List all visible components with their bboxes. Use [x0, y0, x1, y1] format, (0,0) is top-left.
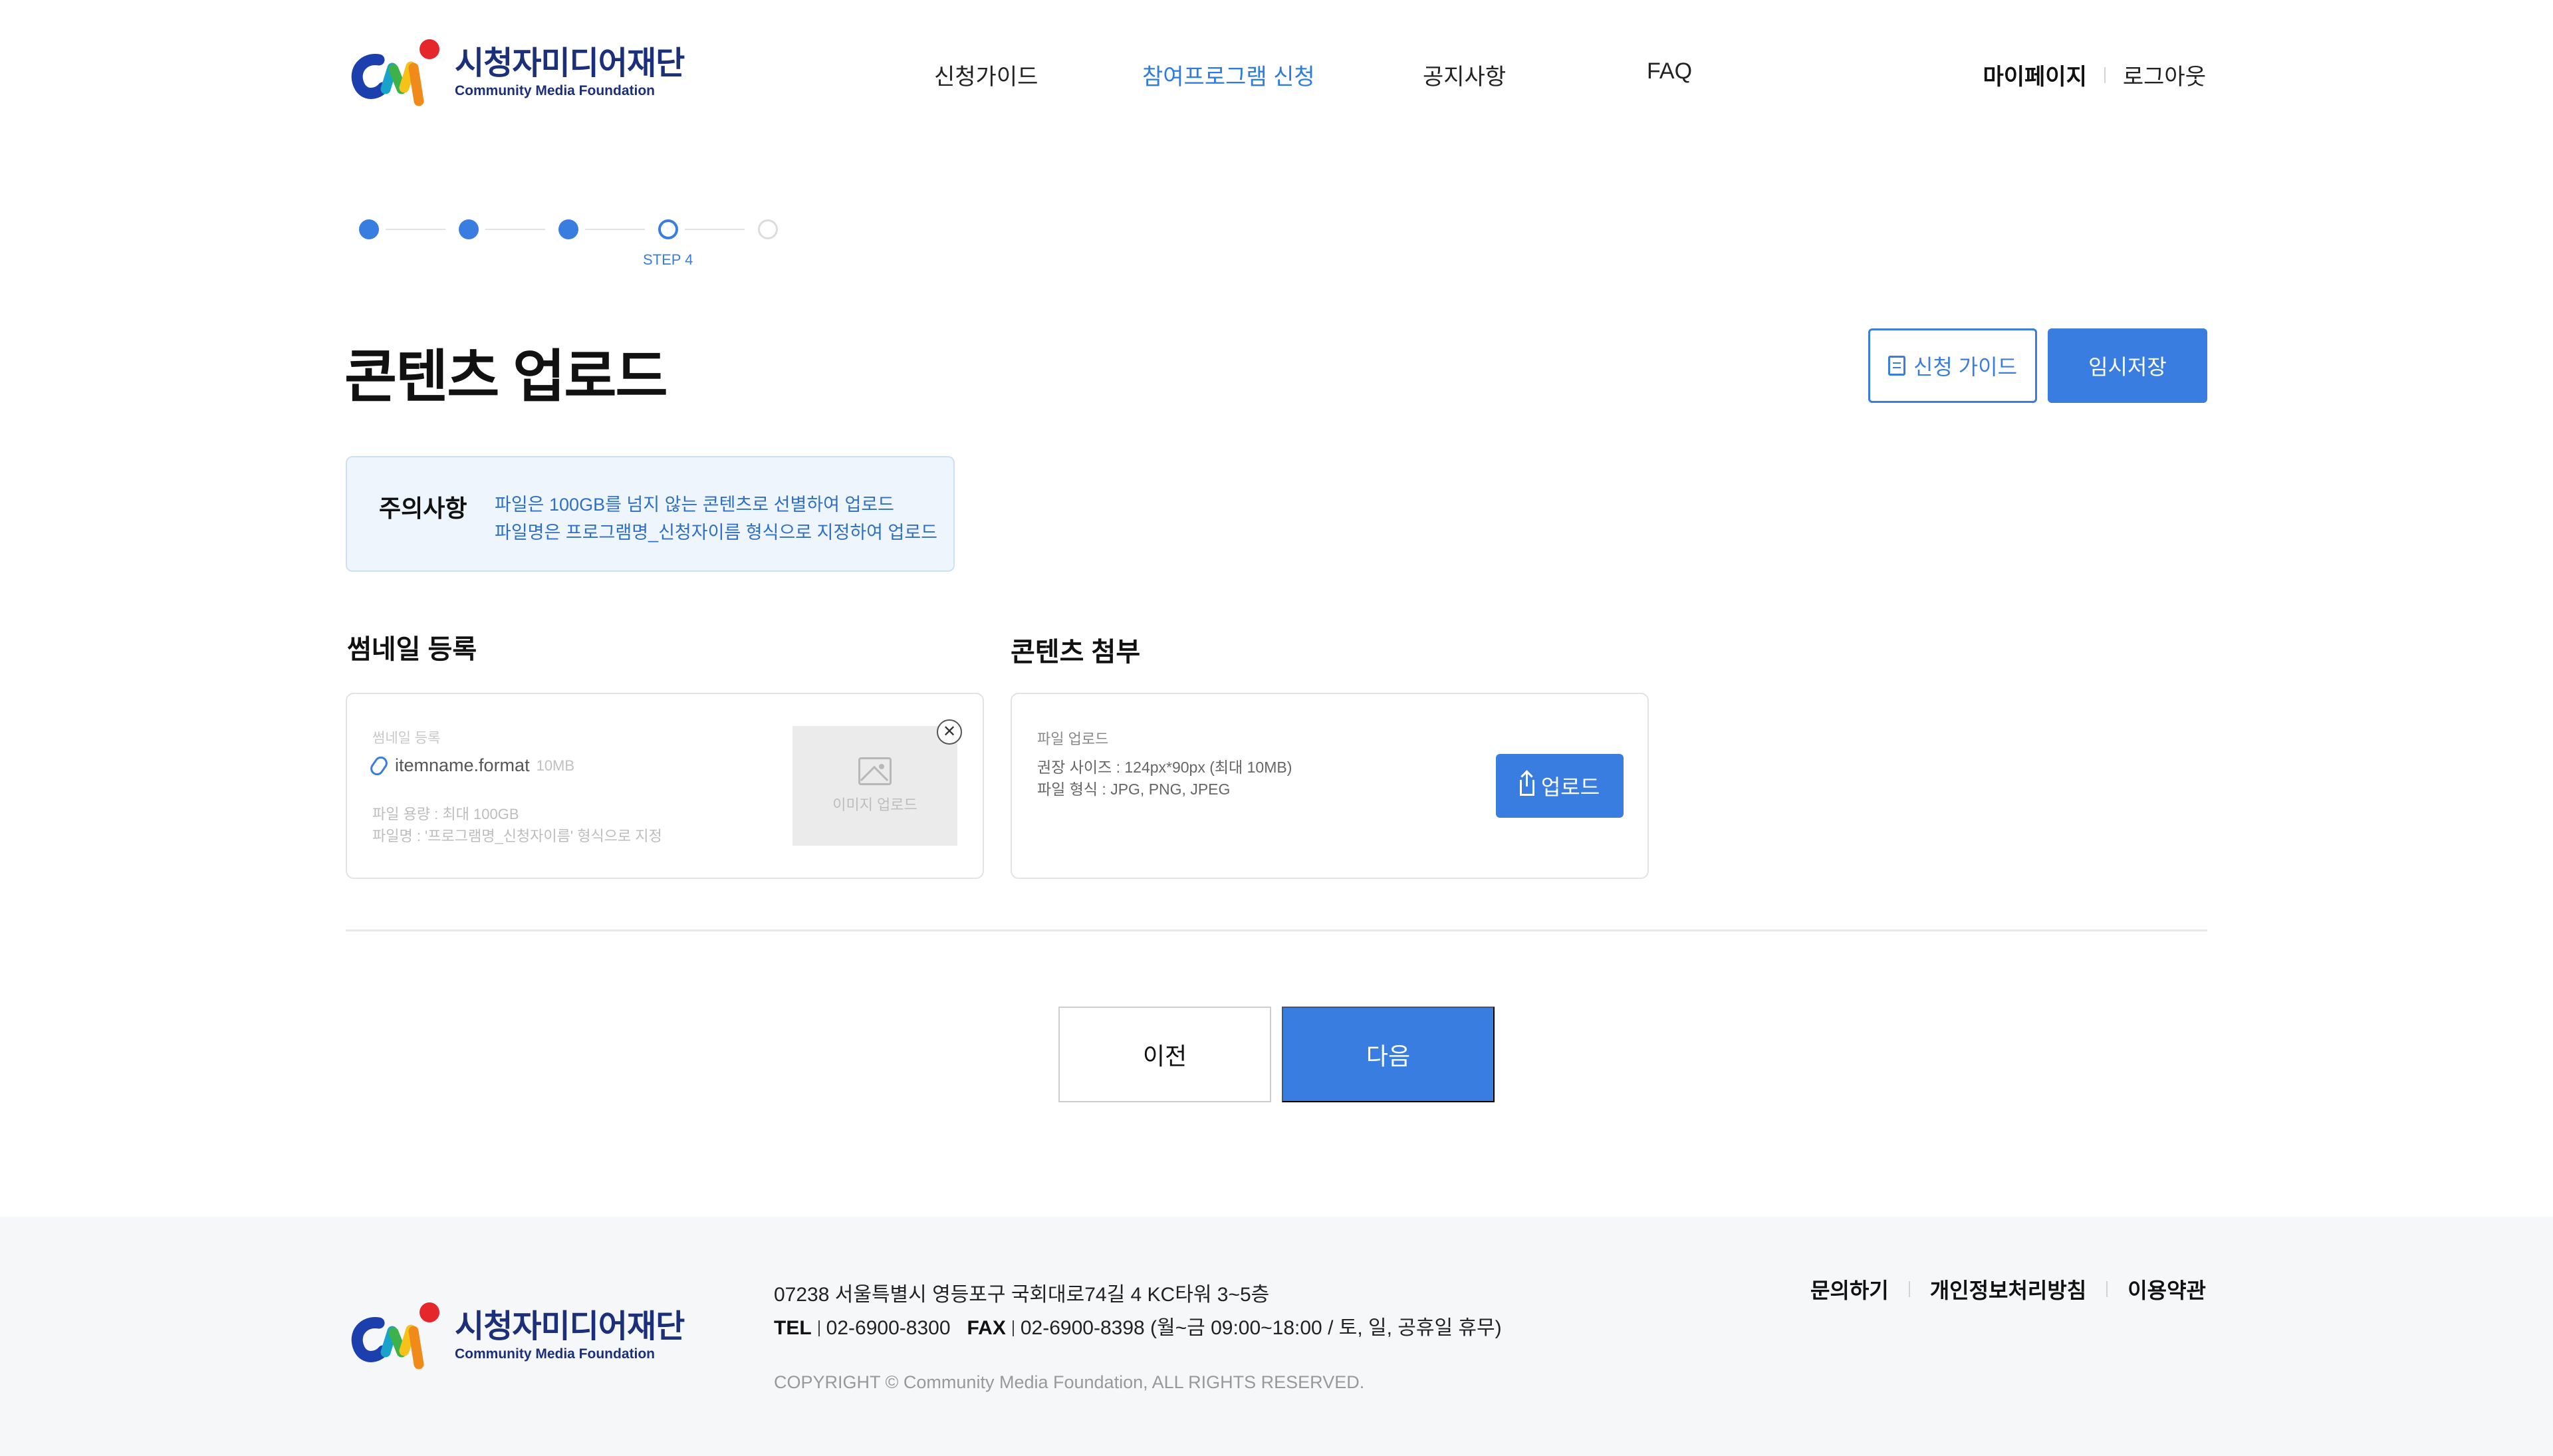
fax-label: FAX — [967, 1317, 1006, 1339]
thumbnail-info-line: 파일 용량 : 최대 100GB — [372, 806, 519, 822]
step-5-dot — [758, 219, 778, 239]
notice-line: 파일명은 프로그램명_신청자이름 형식으로 지정하여 업로드 — [495, 523, 938, 543]
footer-copyright: COPYRIGHT © Community Media Foundation, … — [774, 1372, 1365, 1392]
logout-link[interactable]: 로그아웃 — [2123, 59, 2206, 91]
notice-lines: 파일은 100GB를 넘지 않는 콘텐츠로 선별하여 업로드 파일명은 프로그램… — [495, 491, 937, 546]
footer-logo[interactable]: 시청자미디어재단 Community Media Foundation — [344, 1296, 685, 1376]
image-upload-box[interactable]: 이미지 업로드 — [792, 726, 957, 846]
attach-info-line: 파일 형식 : JPG, PNG, JPEG — [1037, 781, 1231, 798]
image-icon — [858, 757, 892, 785]
nav-item-program-apply[interactable]: 참여프로그램 신청 — [1142, 59, 1315, 91]
footer-link-terms[interactable]: 이용약관 — [2128, 1274, 2206, 1304]
step-connector — [585, 229, 645, 230]
upload-button[interactable]: 업로드 — [1496, 754, 1624, 818]
content-attach-section-title: 콘텐츠 첨부 — [1011, 638, 1141, 667]
file-upload-label: 파일 업로드 — [1037, 731, 1109, 747]
progress-stepper: STEP 4 — [359, 219, 785, 273]
next-button[interactable]: 다음 — [1282, 1007, 1495, 1102]
notice-box: 주의사항 파일은 100GB를 넘지 않는 콘텐츠로 선별하여 업로드 파일명은… — [346, 456, 955, 572]
section-divider — [346, 929, 2207, 931]
step-4-dot — [658, 219, 678, 239]
footer-contact: TEL 02-6900-8300 FAX 02-6900-8398 (월~금 09:… — [774, 1311, 1502, 1340]
thumbnail-field-label: 썸네일 등록 — [372, 731, 441, 746]
user-menu-divider — [2104, 66, 2106, 83]
page-title: 콘텐츠 업로드 — [344, 345, 668, 409]
site-footer: 시청자미디어재단 Community Media Foundation 0723… — [0, 1217, 2553, 1456]
footer-address: 07238 서울특별시 영등포구 국회대로74길 4 KC타워 3~5층 — [774, 1284, 1270, 1306]
previous-button[interactable]: 이전 — [1058, 1007, 1271, 1102]
footer-brand-name-en: Community Media Foundation — [455, 1346, 655, 1362]
thumbnail-filesize: 10MB — [536, 757, 575, 774]
step-connector — [685, 229, 745, 230]
remove-thumbnail-button[interactable]: ✕ — [937, 719, 962, 745]
footer-brand-name-ko: 시청자미디어재단 — [455, 1308, 685, 1344]
attach-info-line: 권장 사이즈 : 124px*90px (최대 10MB) — [1037, 759, 1292, 776]
thumbnail-filename: itemname.format — [395, 755, 530, 775]
thumbnail-section-title: 썸네일 등록 — [347, 635, 477, 664]
fax-number: 02-6900-8398 (월~금 09:00~18:00 / 토, 일, 공휴… — [1020, 1317, 1502, 1339]
upload-icon — [1519, 772, 1534, 796]
brand-logo-mark-icon — [351, 1302, 439, 1370]
step-3-dot — [558, 219, 578, 239]
image-upload-label: 이미지 업로드 — [832, 796, 917, 813]
notice-title: 주의사항 — [379, 495, 467, 522]
footer-link-inquiry[interactable]: 문의하기 — [1810, 1274, 1889, 1304]
application-guide-button[interactable]: 신청 가이드 — [1868, 328, 2037, 403]
current-step-label: STEP 4 — [643, 251, 693, 268]
notice-line: 파일은 100GB를 넘지 않는 콘텐츠로 선별하여 업로드 — [495, 495, 895, 515]
footer-link-privacy[interactable]: 개인정보처리방침 — [1930, 1274, 2087, 1304]
application-guide-label: 신청 가이드 — [1913, 355, 2018, 379]
step-connector — [485, 229, 545, 230]
step-2-dot — [459, 219, 479, 239]
thumbnail-card: 썸네일 등록 itemname.format 10MB 파일 용량 : 최대 1… — [346, 693, 984, 879]
step-1-dot — [359, 219, 379, 239]
attach-info: 권장 사이즈 : 124px*90px (최대 10MB) 파일 형식 : JP… — [1037, 757, 1292, 800]
paperclip-icon — [368, 753, 390, 778]
step-connector — [386, 229, 445, 230]
mypage-link[interactable]: 마이페이지 — [1983, 59, 2086, 91]
tel-label: TEL — [774, 1317, 812, 1339]
footer-link-divider — [2106, 1281, 2108, 1297]
content-attach-card: 파일 업로드 권장 사이즈 : 124px*90px (최대 10MB) 파일 … — [1011, 693, 1649, 879]
nav-item-faq[interactable]: FAQ — [1647, 59, 1692, 84]
temporary-save-button[interactable]: 임시저장 — [2048, 328, 2207, 403]
nav-item-notice[interactable]: 공지사항 — [1423, 59, 1506, 91]
close-icon: ✕ — [942, 723, 957, 741]
user-menu: 마이페이지 로그아웃 — [1983, 59, 2206, 91]
footer-link-divider — [1908, 1281, 1910, 1297]
thumbnail-info: 파일 용량 : 최대 100GB 파일명 : '프로그램명_신청자이름' 형식으… — [372, 803, 662, 847]
document-icon — [1887, 356, 1905, 376]
nav-item-guide[interactable]: 신청가이드 — [934, 59, 1038, 91]
thumbnail-file: itemname.format 10MB — [368, 753, 575, 778]
thumbnail-info-line: 파일명 : '프로그램명_신청자이름' 형식으로 지정 — [372, 828, 662, 844]
site-header: 시청자미디어재단 Community Media Foundation 신청가이… — [0, 0, 2553, 146]
footer-links: 문의하기 개인정보처리방침 이용약관 — [1810, 1274, 2206, 1304]
tel-number: 02-6900-8300 — [826, 1317, 951, 1339]
upload-button-label: 업로드 — [1540, 775, 1600, 799]
